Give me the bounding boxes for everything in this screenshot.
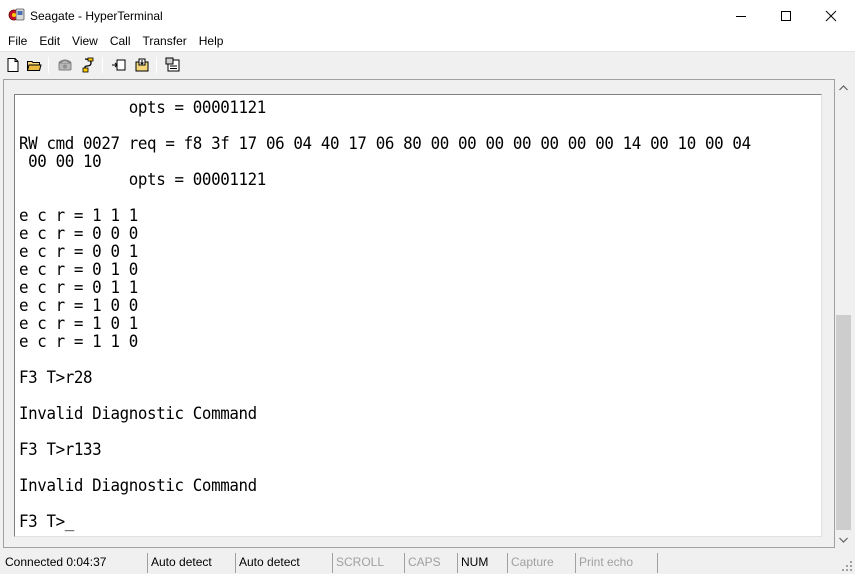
terminal-line: RW cmd 0027 req = f8 3f 17 06 04 40 17 0…: [19, 134, 751, 154]
disconnect-button[interactable]: [78, 55, 98, 75]
properties-icon: [165, 57, 180, 72]
status-scroll: SCROLL: [333, 553, 405, 573]
properties-button[interactable]: [163, 55, 183, 75]
scroll-down-button[interactable]: [835, 531, 852, 548]
status-bar: Connected 0:04:37 Auto detect Auto detec…: [0, 552, 855, 574]
status-print-echo: Print echo: [576, 553, 658, 573]
terminal-line: Invalid Diagnostic Command: [19, 476, 257, 496]
terminal-line: e c r = 0 0 0: [19, 224, 138, 244]
terminal-line: Invalid Diagnostic Command: [19, 404, 257, 424]
open-folder-icon: [26, 61, 42, 71]
terminal-line: opts = 00001121: [19, 98, 267, 118]
menu-view[interactable]: View: [66, 31, 104, 51]
terminal-line: e c r = 1 1 1: [19, 206, 138, 226]
toolbar: [0, 51, 855, 78]
status-capture: Capture: [508, 553, 576, 573]
status-connected-time: Connected 0:04:37: [2, 553, 148, 573]
new-connection-button[interactable]: [3, 55, 23, 75]
chevron-down-icon: [839, 537, 848, 543]
receive-icon: [135, 58, 149, 72]
scroll-thumb[interactable]: [836, 315, 851, 530]
status-num: NUM: [458, 553, 508, 573]
terminal-line: F3 T>r28: [19, 368, 93, 388]
menu-file[interactable]: File: [2, 31, 33, 51]
send-button[interactable]: [109, 55, 129, 75]
receive-button[interactable]: [132, 55, 152, 75]
terminal-line: e c r = 0 0 1: [19, 242, 138, 262]
close-button[interactable]: [808, 0, 854, 31]
title-bar[interactable]: Seagate - HyperTerminal: [0, 0, 855, 31]
status-caps: CAPS: [405, 553, 458, 573]
menu-bar: File Edit View Call Transfer Help: [0, 31, 855, 51]
terminal-screen[interactable]: opts = 00001121 RW cmd 0027 req = f8 3f …: [14, 94, 822, 537]
terminal-line: 00 00 10: [19, 152, 102, 172]
disconnect-icon: [82, 57, 94, 73]
status-port-settings: Auto detect: [236, 553, 333, 573]
terminal-line: e c r = 1 1 0: [19, 332, 138, 352]
terminal-cursor: _: [64, 512, 75, 532]
terminal-line: e c r = 0 1 1: [19, 278, 138, 298]
menu-transfer[interactable]: Transfer: [137, 31, 193, 51]
menu-edit[interactable]: Edit: [33, 31, 66, 51]
minimize-button[interactable]: [718, 0, 764, 31]
menu-call[interactable]: Call: [104, 31, 137, 51]
scroll-up-button[interactable]: [835, 79, 852, 96]
send-icon: [112, 59, 126, 71]
new-document-icon: [7, 58, 19, 72]
terminal-line: e c r = 0 1 0: [19, 260, 138, 280]
phone-icon: [58, 59, 72, 71]
open-button[interactable]: [24, 55, 44, 75]
resize-grip-icon[interactable]: [841, 560, 853, 572]
terminal-line: e c r = 1 0 0: [19, 296, 138, 316]
maximize-icon: [781, 10, 791, 21]
terminal-line: F3 T>_: [19, 512, 75, 532]
maximize-button[interactable]: [763, 0, 809, 31]
terminal-line: e c r = 1 0 1: [19, 314, 138, 334]
call-button[interactable]: [55, 55, 75, 75]
status-emulation: Auto detect: [148, 553, 236, 573]
terminal-line: opts = 00001121: [19, 170, 267, 190]
hyperterminal-app-icon[interactable]: [8, 6, 26, 24]
menu-help[interactable]: Help: [193, 31, 230, 51]
window-title: Seagate - HyperTerminal: [30, 9, 163, 23]
terminal-output: opts = 00001121 RW cmd 0027 req = f8 3f …: [19, 99, 751, 531]
close-icon: [825, 10, 837, 21]
vertical-scrollbar[interactable]: [835, 79, 852, 548]
chevron-up-icon: [839, 84, 848, 90]
minimize-icon: [736, 15, 746, 17]
terminal-line: F3 T>r133: [19, 440, 102, 460]
